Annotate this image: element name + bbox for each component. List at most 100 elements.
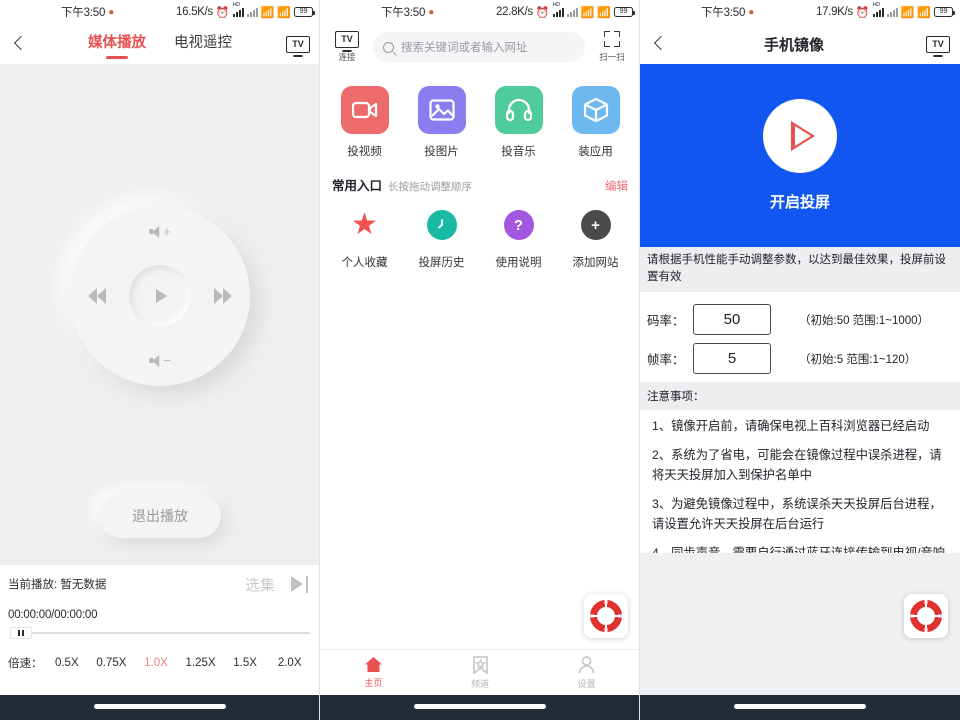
tv-connect-badge-3[interactable]: TV	[926, 35, 950, 53]
exit-playback-button[interactable]: 退出播放	[99, 494, 221, 538]
battery-icon: 99	[934, 7, 955, 17]
status-bar-3: 下午3:50 ● 17.9K/s ⏰ HD 📶 📶 99	[640, 0, 960, 24]
play-outline-icon	[791, 121, 815, 151]
scan-icon	[604, 31, 620, 47]
speed-option-4[interactable]: 1.5X	[223, 657, 268, 669]
tab-channel[interactable]: 频道	[427, 650, 534, 695]
rewind-button[interactable]	[88, 288, 106, 304]
action-cast-image[interactable]: 投图片	[403, 86, 480, 159]
tab-media-play[interactable]: 媒体播放	[88, 31, 146, 57]
network-speed: 16.5K/s	[175, 6, 213, 18]
home-indicator-bar-3	[640, 695, 960, 720]
remote-dial[interactable]: + −	[70, 206, 250, 386]
now-playing-text: 当前播放: 暂无数据	[8, 579, 107, 591]
back-icon[interactable]	[650, 34, 670, 54]
tip-item: 2、系统为了省电，可能会在镜像过程中误杀进程，请将天天投屏加入到保护名单中	[652, 448, 942, 482]
person-icon	[578, 655, 595, 673]
floating-remote-button-2[interactable]	[584, 594, 628, 638]
action-cast-video[interactable]: 投视频	[326, 86, 403, 159]
section-title: 常用入口	[332, 179, 383, 193]
tab-label: 设置	[577, 678, 596, 689]
scan-button[interactable]: 扫一扫	[593, 31, 631, 63]
edit-button[interactable]: 编辑	[605, 178, 628, 194]
volume-down-button[interactable]: −	[149, 353, 171, 368]
speed-option-0[interactable]: 0.5X	[45, 657, 90, 669]
image-icon	[417, 86, 466, 134]
floating-remote-button-3[interactable]	[904, 594, 948, 638]
page-title: 手机镜像	[763, 36, 824, 54]
framerate-input[interactable]: 5	[693, 343, 771, 374]
panel1-tabs: 媒体播放 电视遥控	[0, 31, 320, 57]
search-input[interactable]: 搜索关键词或者输入网址	[373, 32, 585, 62]
status-icons-3: 17.9K/s ⏰ HD 📶 📶 99	[816, 2, 955, 20]
tv-connect-button[interactable]: TV 连接	[329, 31, 365, 63]
signal-hd-icon: HD	[232, 2, 244, 20]
action-cast-music[interactable]: 投音乐	[480, 86, 557, 159]
shortcut-add-site[interactable]: + 添加网站	[557, 210, 634, 270]
signal-secondary-icon	[246, 7, 258, 17]
home-icon	[364, 657, 382, 672]
battery-icon: 99	[614, 7, 635, 17]
action-install-app[interactable]: 装应用	[557, 86, 634, 159]
tab-tv-remote[interactable]: 电视遥控	[174, 31, 232, 57]
panel2-header: TV 连接 搜索关键词或者输入网址 扫一扫	[320, 24, 640, 70]
tips-title: 注意事项：	[640, 382, 960, 410]
status-bar-1: 下午3:50 ● 16.5K/s ⏰ HD 📶 📶 99	[0, 0, 320, 24]
play-pause-button[interactable]	[129, 265, 191, 327]
panel-divider-2	[639, 0, 640, 720]
start-cast-button[interactable]	[763, 99, 837, 173]
tv-connect-badge-1[interactable]: TV	[286, 35, 310, 53]
video-camera-icon	[340, 86, 389, 134]
shortcut-label: 添加网站	[572, 257, 619, 269]
start-cast-hero[interactable]: 开启投屏	[640, 64, 960, 247]
status-icons-1: 16.5K/s ⏰ HD 📶 📶 99	[175, 2, 315, 20]
bookmark-star-icon	[472, 655, 488, 674]
speed-option-1[interactable]: 0.75X	[89, 657, 134, 669]
speed-label: 倍速：	[8, 658, 43, 670]
buoy-remote-icon	[590, 600, 622, 632]
common-entry-header: 常用入口 长按拖动调整顺序 编辑	[320, 165, 640, 198]
bitrate-row: 码率： 50 （初始:50 范围:1~1000）	[640, 300, 960, 339]
bottom-tab-bar: 主页 频道 设置	[320, 649, 640, 695]
status-time-group: 下午3:50 ●	[701, 4, 754, 20]
speed-option-3[interactable]: 1.25X	[178, 657, 223, 669]
speed-option-5[interactable]: 2.0X	[267, 657, 312, 669]
battery-icon: 99	[294, 7, 315, 17]
action-label: 投图片	[424, 146, 459, 158]
parameter-form: 码率： 50 （初始:50 范围:1~1000） 帧率： 5 （初始:5 范围:…	[640, 292, 960, 382]
star-icon: ★	[351, 208, 378, 241]
penguin-icon: ●	[108, 6, 115, 18]
penguin-icon: ●	[748, 6, 755, 18]
search-placeholder: 搜索关键词或者输入网址	[401, 42, 528, 54]
fast-forward-button[interactable]	[214, 288, 232, 304]
progress-thumb[interactable]	[10, 627, 32, 639]
episode-select-button[interactable]: 选集	[245, 574, 275, 595]
framerate-row: 帧率： 5 （初始:5 范围:1~120）	[640, 339, 960, 378]
alarm-icon: ⏰	[215, 6, 230, 19]
panel-media-player: 下午3:50 ● 16.5K/s ⏰ HD 📶 📶 99 媒体播放 电视遥控 T…	[0, 0, 320, 720]
panel1-header: 媒体播放 电视遥控 TV	[0, 24, 320, 64]
question-icon: ?	[503, 210, 534, 240]
player-footer: 当前播放: 暂无数据 选集 00:00:00/00:00:00 倍速： 0.5X…	[0, 565, 320, 695]
bitrate-input[interactable]: 50	[693, 304, 771, 335]
wifi-plus-icon: 📶	[580, 6, 595, 19]
shortcut-history[interactable]: 投屏历史	[403, 210, 480, 270]
clock-icon	[426, 210, 457, 240]
speaker-icon	[149, 225, 162, 238]
tab-home[interactable]: 主页	[320, 650, 427, 695]
wifi-icon: 📶	[597, 6, 611, 19]
tab-settings[interactable]: 设置	[533, 650, 640, 695]
volume-up-button[interactable]: +	[149, 224, 171, 239]
next-track-icon[interactable]	[291, 575, 308, 593]
tab-label: 频道	[471, 678, 490, 689]
status-bar-2: 下午3:50 ● 22.8K/s ⏰ HD 📶 📶 99	[320, 0, 640, 24]
shortcut-label: 个人收藏	[341, 257, 388, 269]
parameter-note: 请根据手机性能手动调整参数，以达到最佳效果，投屏前设置有效	[640, 247, 960, 292]
speed-option-2[interactable]: 1.0X	[134, 657, 179, 669]
tip-item: 1、镜像开启前，请确保电视上百科浏览器已经启动	[652, 419, 930, 433]
progress-slider[interactable]	[10, 627, 310, 639]
shortcut-help[interactable]: ? 使用说明	[480, 210, 557, 270]
shortcut-favorites[interactable]: ★ 个人收藏	[326, 210, 403, 270]
signal-secondary-icon	[566, 7, 578, 17]
bitrate-hint: （初始:50 范围:1~1000）	[799, 314, 930, 327]
